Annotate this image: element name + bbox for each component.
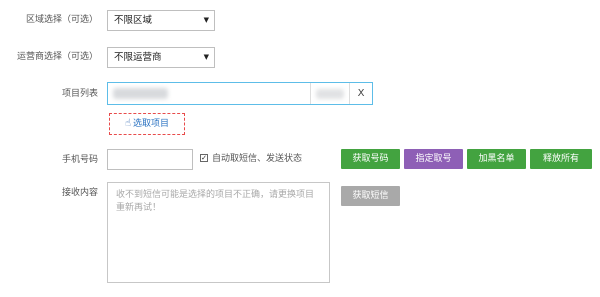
checkmark-icon: ✓ [201, 154, 207, 162]
caret-down-icon: ▼ [203, 53, 209, 61]
region-label: 区域选择（可选） [25, 15, 98, 25]
get-number-button[interactable]: 获取号码 [341, 149, 400, 169]
specify-number-button[interactable]: 指定取号 [404, 149, 463, 169]
phone-input[interactable] [107, 149, 193, 170]
project-input[interactable] [108, 83, 310, 104]
project-label: 项目列表 [61, 89, 98, 99]
region-select[interactable]: 不限区域 ▼ [107, 10, 215, 31]
project-price-field [310, 83, 352, 104]
auto-fetch-checkbox[interactable]: ✓ [200, 154, 208, 162]
caret-down-icon: ▼ [203, 16, 209, 24]
operator-select[interactable]: 不限运营商 ▼ [107, 47, 215, 68]
clear-project-button[interactable]: X [349, 83, 372, 104]
pick-project-label: 选取项目 [133, 119, 170, 129]
hand-pointer-icon: ☝ [124, 118, 132, 129]
receive-content-textarea[interactable]: 收不到短信可能是选择的项目不正确，请更换项目重新再试！ [107, 182, 330, 283]
redacted-project-name [113, 88, 168, 99]
get-sms-button[interactable]: 获取短信 [341, 186, 400, 206]
auto-fetch-label: 自动取短信、发送状态 [212, 154, 303, 164]
operator-label: 运营商选择（可选） [16, 52, 98, 62]
receive-label: 接收内容 [61, 188, 98, 198]
region-select-value: 不限区域 [114, 15, 153, 26]
pick-project-button[interactable]: ☝ 选取项目 [109, 113, 185, 135]
phone-label: 手机号码 [61, 155, 98, 165]
project-field: X [107, 82, 373, 105]
blacklist-button[interactable]: 加黑名单 [467, 149, 526, 169]
operator-select-value: 不限运营商 [114, 52, 162, 63]
release-all-button[interactable]: 释放所有 [530, 149, 592, 169]
sms-receive-page: 区域选择（可选） 不限区域 ▼ 运营商选择（可选） 不限运营商 ▼ 项目列表 X… [0, 0, 600, 297]
redacted-project-price [316, 89, 344, 99]
